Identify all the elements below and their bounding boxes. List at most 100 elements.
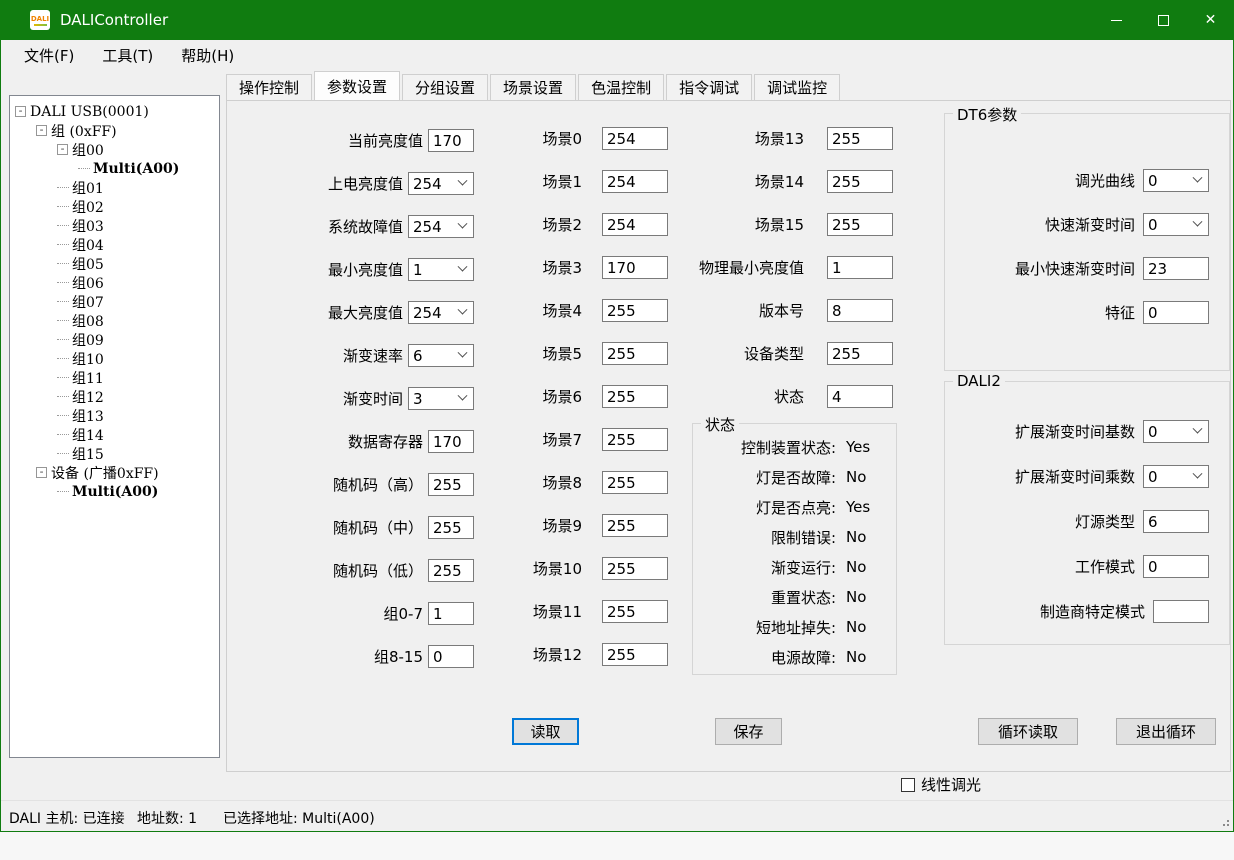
scene-13-input[interactable] (827, 127, 893, 150)
linear-dimming-checkbox-row[interactable]: 线性调光 (901, 774, 981, 795)
tab-operation-control[interactable]: 操作控制 (226, 74, 312, 100)
tree-collapse-icon[interactable]: - (36, 467, 47, 478)
fast-fade-time-value: 0 (1148, 216, 1194, 234)
dimming-curve-combobox[interactable]: 0 (1143, 169, 1209, 192)
tree-item-group-04[interactable]: 组04 (10, 235, 219, 254)
current-level-input[interactable] (428, 129, 474, 152)
tree-item-label: 组00 (72, 140, 104, 160)
minimize-button[interactable] (1093, 0, 1140, 40)
tab-grouping-settings[interactable]: 分组设置 (402, 74, 488, 100)
scene-8-input[interactable] (602, 471, 668, 494)
tree-item-group-15[interactable]: 组15 (10, 444, 219, 463)
max-level-combobox[interactable]: 254 (408, 301, 474, 324)
light-source-type-input[interactable] (1143, 510, 1209, 533)
group-8-15-label: 组8-15 (374, 646, 423, 667)
min-fast-fade-time-input[interactable] (1143, 257, 1209, 280)
status-value-field: 状态 (557, 385, 893, 408)
tree-item-dali-usb-0001[interactable]: -DALI USB(0001) (10, 102, 219, 121)
fade-rate-combobox[interactable]: 6 (408, 344, 474, 367)
version-number-field: 版本号 (557, 299, 893, 322)
exit-loop-button[interactable]: 退出循环 (1116, 718, 1216, 745)
tree-item-device-broadcast-0xff[interactable]: -设备 (广播0xFF) (10, 463, 219, 482)
titlebar: DALI DALIController ✕ (0, 0, 1234, 40)
manufacturer-mode-input[interactable] (1153, 600, 1209, 623)
scene-9-input[interactable] (602, 514, 668, 537)
tab-scene-settings[interactable]: 场景设置 (490, 74, 576, 100)
close-button[interactable]: ✕ (1187, 0, 1234, 40)
max-level-value: 254 (413, 304, 459, 322)
tree-item-group-00-multi-a00[interactable]: Multi(A00) (10, 159, 219, 178)
save-button[interactable]: 保存 (715, 718, 782, 745)
tree-item-group-06[interactable]: 组06 (10, 273, 219, 292)
tree-item-group-00[interactable]: -组00 (10, 140, 219, 159)
scene-10-input[interactable] (602, 557, 668, 580)
scene-11-input[interactable] (602, 600, 668, 623)
group-8-15-input[interactable] (428, 645, 474, 668)
system-failure-level-combobox[interactable]: 254 (408, 215, 474, 238)
tree-item-device-multi-a00[interactable]: Multi(A00) (10, 482, 219, 501)
physical-min-level-input[interactable] (827, 256, 893, 279)
resize-grip[interactable] (1219, 816, 1229, 826)
tab-parameter-settings[interactable]: 参数设置 (314, 71, 400, 100)
random-code-mid-input[interactable] (428, 516, 474, 539)
device-type-input[interactable] (827, 342, 893, 365)
tree-item-group-05[interactable]: 组05 (10, 254, 219, 273)
tab-command-debug[interactable]: 指令调试 (666, 74, 752, 100)
group-0-7-input[interactable] (428, 602, 474, 625)
maximize-button[interactable] (1140, 0, 1187, 40)
read-button[interactable]: 读取 (512, 718, 579, 745)
data-register-input[interactable] (428, 430, 474, 453)
tree-item-group-10[interactable]: 组10 (10, 349, 219, 368)
linear-dimming-checkbox[interactable] (901, 778, 915, 792)
menu-help[interactable]: 帮助(H) (167, 42, 248, 69)
ext-fade-time-multiplier-combobox[interactable]: 0 (1143, 465, 1209, 488)
tab-color-temp-control[interactable]: 色温控制 (578, 74, 664, 100)
status-value-input[interactable] (827, 385, 893, 408)
features-field: 特征 (955, 301, 1209, 324)
features-input[interactable] (1143, 301, 1209, 324)
tree-collapse-icon[interactable]: - (15, 106, 26, 117)
dt6-groupbox: DT6参数 调光曲线0快速渐变时间0最小快速渐变时间特征 (944, 113, 1230, 371)
tree-collapse-icon[interactable]: - (57, 144, 68, 155)
fade-rate-value: 6 (413, 347, 459, 365)
manufacturer-mode-label: 制造商特定模式 (1040, 601, 1145, 622)
scene-15-input[interactable] (827, 213, 893, 236)
tree-item-group-0xff[interactable]: -组 (0xFF) (10, 121, 219, 140)
tree-item-group-08[interactable]: 组08 (10, 311, 219, 330)
group-8-15-field: 组8-15 (227, 645, 474, 668)
fade-time-combobox[interactable]: 3 (408, 387, 474, 410)
random-code-high-input[interactable] (428, 473, 474, 496)
tree-connector-line (57, 282, 69, 283)
tree-item-group-12[interactable]: 组12 (10, 387, 219, 406)
fast-fade-time-combobox[interactable]: 0 (1143, 213, 1209, 236)
scene-12-input[interactable] (602, 643, 668, 666)
power-on-level-combobox[interactable]: 254 (408, 172, 474, 195)
version-number-input[interactable] (827, 299, 893, 322)
tree-collapse-icon[interactable]: - (36, 125, 47, 136)
random-code-mid-label: 随机码（中） (333, 517, 423, 538)
tree-connector-line (57, 434, 69, 435)
tree-item-group-09[interactable]: 组09 (10, 330, 219, 349)
loop-read-button[interactable]: 循环读取 (978, 718, 1078, 745)
tab-debug-monitor[interactable]: 调试监控 (754, 74, 840, 100)
maximize-icon (1158, 15, 1169, 26)
tree-item-group-13[interactable]: 组13 (10, 406, 219, 425)
scene-14-input[interactable] (827, 170, 893, 193)
tree-item-group-07[interactable]: 组07 (10, 292, 219, 311)
menu-tools[interactable]: 工具(T) (88, 42, 167, 69)
tree-item-group-02[interactable]: 组02 (10, 197, 219, 216)
ext-fade-time-base-combobox[interactable]: 0 (1143, 420, 1209, 443)
tree-item-group-11[interactable]: 组11 (10, 368, 219, 387)
min-level-combobox[interactable]: 1 (408, 258, 474, 281)
tree-item-group-14[interactable]: 组14 (10, 425, 219, 444)
menu-file[interactable]: 文件(F) (10, 42, 88, 69)
tree-connector-line (57, 225, 69, 226)
statusbar-host-status: DALI 主机: 已连接 (9, 808, 125, 828)
tree-item-group-03[interactable]: 组03 (10, 216, 219, 235)
operating-mode-input[interactable] (1143, 555, 1209, 578)
current-level-field: 当前亮度值 (227, 129, 474, 152)
scene-7-input[interactable] (602, 428, 668, 451)
tree-item-group-01[interactable]: 组01 (10, 178, 219, 197)
random-code-low-input[interactable] (428, 559, 474, 582)
ext-fade-time-base-value: 0 (1148, 423, 1194, 441)
